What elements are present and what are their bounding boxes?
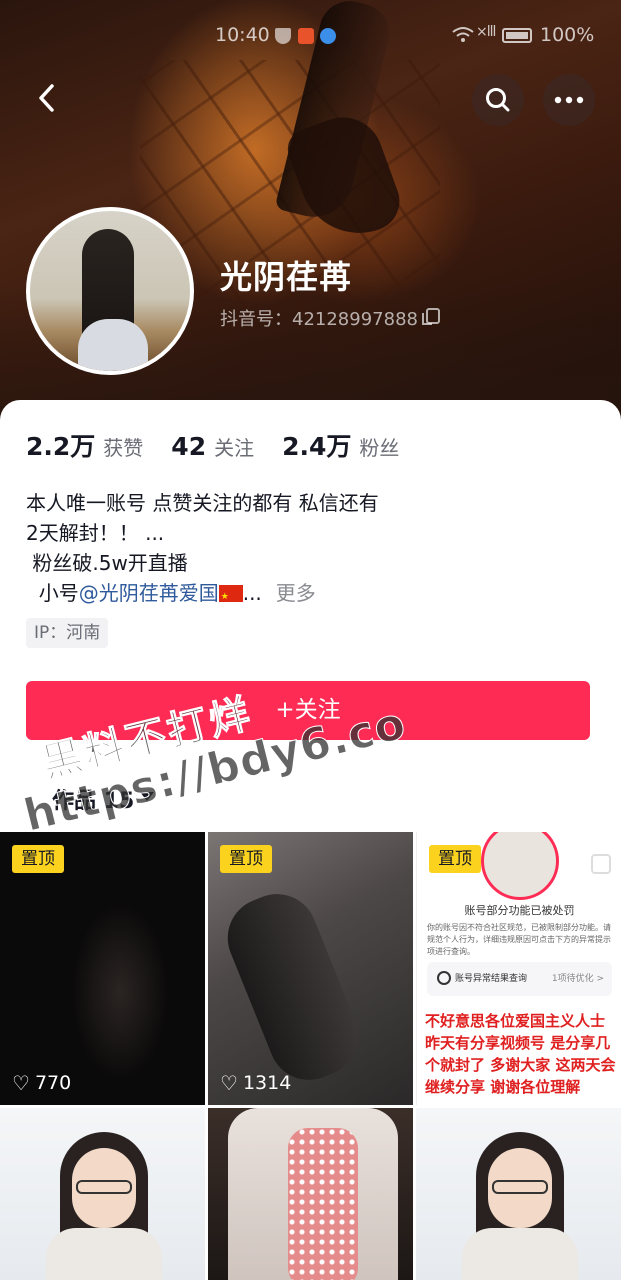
stat-likes-label: 获赞 (103, 436, 144, 460)
search-icon (486, 88, 510, 112)
bio-mention-link[interactable]: @光阴荏苒爱国 (79, 581, 219, 605)
bio-more-link[interactable]: 更多 (276, 581, 316, 605)
avatar-dress (78, 319, 148, 371)
video-thumbnail-figure (215, 882, 371, 1092)
app-notification-icon (298, 28, 314, 44)
browser-notification-icon (320, 28, 336, 44)
video-tile[interactable] (416, 1108, 621, 1280)
likes-count: 770 (34, 1072, 72, 1094)
pinned-badge: 置顶 (220, 845, 272, 873)
video-grid: 置顶 ♡ 770 置顶 ♡ 1314 置顶 账号部分功能已被处罚 你的账号因不符合社… (0, 832, 621, 1280)
thumbnail-scarf (288, 1128, 358, 1280)
search-button[interactable] (472, 74, 524, 126)
bio-ellipsis: ... (242, 581, 262, 605)
notice-row-right: 1项待优化 > (551, 974, 604, 984)
profile-bio[interactable]: 本人唯一账号 点赞关注的都有 私信还有 2天解封！！ ... 粉丝破.5w开直播… (26, 488, 586, 612)
stat-following-label: 关注 (214, 436, 255, 460)
stat-followers-label: 粉丝 (359, 436, 400, 460)
battery-percent: 100% (540, 24, 595, 46)
checkbox-icon (591, 854, 611, 874)
video-tile[interactable] (0, 1108, 205, 1280)
notice-row: 账号异常结果查询 1项待优化 > (427, 962, 612, 996)
status-time: 10:40 (215, 24, 270, 46)
thumbnail-avatar (481, 832, 559, 900)
video-tile[interactable]: 置顶 ♡ 1314 (208, 832, 413, 1105)
stat-followers-value: 2.4万 (282, 432, 352, 461)
stat-following[interactable]: 42 关注 (171, 432, 254, 461)
profile-stats: 2.2万 获赞 42 关注 2.4万 粉丝 (26, 427, 427, 463)
copy-icon[interactable] (422, 308, 440, 325)
stat-likes-value: 2.2万 (26, 432, 96, 461)
ip-location-tag: IP：河南 (26, 618, 109, 648)
bio-prefix: 小号 (26, 581, 79, 605)
chevron-left-icon (39, 84, 54, 112)
caret-down-icon[interactable] (140, 792, 154, 801)
user-icon (437, 971, 451, 985)
likes-count: 1314 (242, 1072, 292, 1094)
notice-title: 账号部分功能已被处罚 (464, 904, 575, 917)
glasses-shape (492, 1180, 548, 1194)
video-tile[interactable]: 置顶 账号部分功能已被处罚 你的账号因不符合社区规范，已被限制部分功能。请规范个… (416, 832, 621, 1105)
tab-works[interactable]: 作品 15 (52, 783, 134, 815)
stat-following-value: 42 (171, 432, 207, 461)
heart-icon: ♡ (12, 1071, 30, 1095)
heart-icon: ♡ (220, 1071, 238, 1095)
bio-line: 2天解封！！ ... (26, 521, 165, 545)
china-flag-icon (218, 582, 243, 612)
bio-line: 粉丝破.5w开直播 (26, 551, 188, 575)
profile-douyin-id: 抖音号：42128997888 (220, 309, 418, 330)
video-tile[interactable] (208, 1108, 413, 1280)
stat-likes[interactable]: 2.2万 获赞 (26, 427, 143, 463)
shield-icon (275, 28, 291, 44)
video-tile[interactable]: 置顶 ♡ 770 (0, 832, 205, 1105)
overlay-caption: 不好意思各位爱国主义人士 昨天有分享视频号 是分享几个就封了 多谢大家 这两天会… (425, 1012, 616, 1096)
bio-line: 本人唯一账号 点赞关注的都有 私信还有 (26, 491, 379, 515)
notice-body: 你的账号因不符合社区规范，已被限制部分功能。请规范个人行为，详细违规原因可点击下… (427, 923, 611, 956)
signal-icon: ×lll (476, 24, 496, 40)
pinned-badge: 置顶 (429, 845, 481, 873)
video-likes: ♡ 770 (12, 1071, 71, 1095)
avatar[interactable] (26, 207, 194, 375)
profile-nickname: 光阴荏苒 (220, 258, 353, 296)
pinned-badge: 置顶 (12, 845, 64, 873)
more-button[interactable] (543, 74, 595, 126)
more-dots-icon (554, 96, 584, 104)
bio-line: 小号@光阴荏苒爱国... 更多 (26, 578, 586, 612)
wifi-icon (452, 26, 474, 49)
battery-icon (502, 28, 532, 43)
follow-button[interactable]: +关注 (26, 681, 590, 740)
notice-row-label: 账号异常结果查询 (455, 974, 528, 984)
back-button[interactable] (34, 80, 70, 120)
thumbnail-body (462, 1228, 578, 1280)
stat-followers[interactable]: 2.4万 粉丝 (282, 427, 399, 463)
video-likes: ♡ 1314 (220, 1071, 291, 1095)
glasses-shape (76, 1180, 132, 1194)
thumbnail-body (46, 1228, 162, 1280)
status-bar: 10:40 ×lll 100% (0, 22, 621, 52)
